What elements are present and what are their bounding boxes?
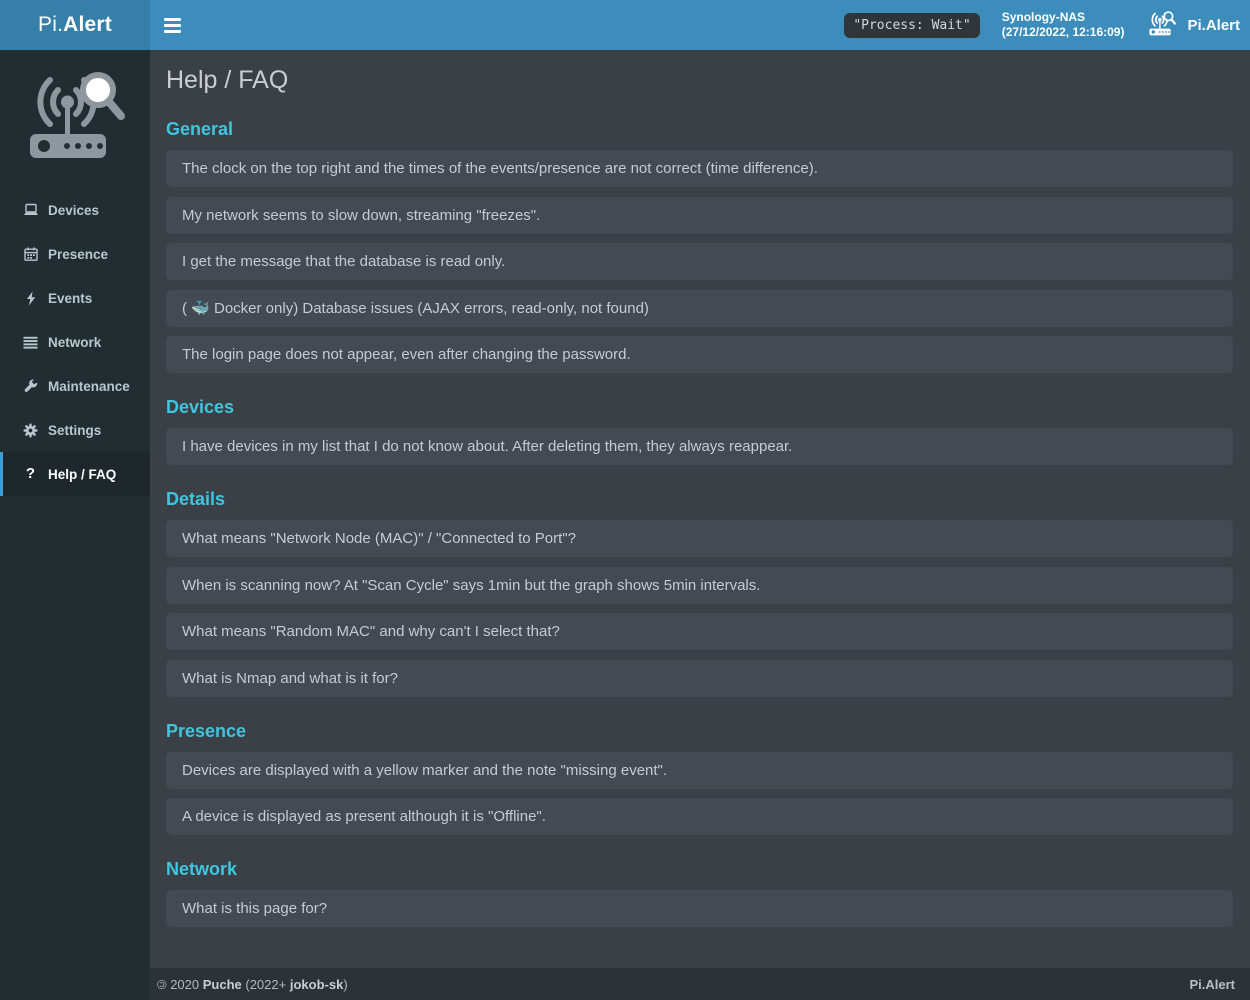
sidebar-item-label: Events [48,291,92,306]
faq-question-text: What means "Random MAC" and why can't I … [182,623,560,640]
footer-close: ) [343,977,347,992]
sidebar-item-label: Presence [48,247,108,262]
app-logo-prefix: Pi. [38,13,63,37]
faq-question-text: A device is displayed as present althoug… [182,808,546,825]
sidebar-item-label: Settings [48,423,101,438]
faq-question-text: I get the message that the database is r… [182,253,505,270]
faq-question[interactable]: The login page does not appear, even aft… [166,336,1233,373]
faq-question-text: ( 🐳 Docker only) Database issues (AJAX e… [182,299,649,317]
app-logo-bold: Alert [63,13,112,37]
footer-year: 2020 [167,977,203,992]
section-title-details: Details [166,489,1233,510]
faq-question[interactable]: What means "Network Node (MAC)" / "Conne… [166,520,1233,557]
network-list-icon [22,334,39,350]
main-content: Help / FAQ General The clock on the top … [150,50,1250,968]
faq-question[interactable]: Devices are displayed with a yellow mark… [166,752,1233,789]
header-brand-text: Pi.Alert [1187,17,1240,34]
calendar-icon [22,246,39,262]
navbar-right: "Process: Wait" Synology-NAS (27/12/2022… [844,9,1250,42]
faq-question-text: What is Nmap and what is it for? [182,670,398,687]
footer-contributor: jokob-sk [290,977,343,992]
faq-question[interactable]: I have devices in my list that I do not … [166,428,1233,465]
laptop-icon [22,202,39,218]
navbar: "Process: Wait" Synology-NAS (27/12/2022… [150,0,1250,50]
sidebar-menu: Devices Presence [0,188,150,496]
faq-question-text: I have devices in my list that I do not … [182,438,792,455]
bolt-icon [22,290,39,306]
router-scanner-icon [1146,9,1178,42]
page-footer: © 2020 Puche (2022+ jokob-sk) Pi.Alert [150,968,1250,1000]
sidebar-item-help-faq[interactable]: ? Help / FAQ [0,452,150,496]
sidebar-item-network[interactable]: Network [0,320,150,364]
process-status-badge[interactable]: "Process: Wait" [844,13,979,38]
sidebar-item-label: Help / FAQ [48,467,116,482]
app-logo[interactable]: Pi.Alert [0,0,150,50]
faq-question[interactable]: A device is displayed as present althoug… [166,798,1233,835]
section-title-general: General [166,119,1233,140]
faq-question-text: The clock on the top right and the times… [182,160,818,177]
question-icon: ? [22,466,39,482]
header-brand-link[interactable]: Pi.Alert [1146,9,1240,42]
gear-icon [22,422,39,438]
sidebar-item-label: Maintenance [48,379,130,394]
footer-middle: (2022+ [242,977,290,992]
page-title: Help / FAQ [166,66,1233,95]
faq-question[interactable]: The clock on the top right and the times… [166,150,1233,187]
sidebar-item-devices[interactable]: Devices [0,188,150,232]
wrench-icon [22,378,39,394]
section-title-presence: Presence [166,721,1233,742]
top-navbar: Pi.Alert "Process: Wait" Synology-NAS (2… [0,0,1250,50]
faq-question-text: What means "Network Node (MAC)" / "Conne… [182,530,576,547]
faq-question[interactable]: ( 🐳 Docker only) Database issues (AJAX e… [166,290,1233,327]
footer-copyright: © 2020 Puche (2022+ jokob-sk) [157,977,348,992]
faq-question-text: When is scanning now? At "Scan Cycle" sa… [182,577,760,594]
sidebar-item-settings[interactable]: Settings [0,408,150,452]
hamburger-menu-icon[interactable] [150,0,195,50]
sidebar-item-label: Devices [48,203,99,218]
footer-author: Puche [203,977,242,992]
device-name: Synology-NAS [1002,10,1125,25]
footer-brand: Pi.Alert [1189,977,1235,992]
faq-question[interactable]: What means "Random MAC" and why can't I … [166,613,1233,650]
sidebar-item-presence[interactable]: Presence [0,232,150,276]
device-timestamp: (27/12/2022, 12:16:09) [1002,25,1125,40]
faq-question[interactable]: When is scanning now? At "Scan Cycle" sa… [166,567,1233,604]
faq-question[interactable]: I get the message that the database is r… [166,243,1233,280]
sidebar: Devices Presence [0,50,150,1000]
device-info: Synology-NAS (27/12/2022, 12:16:09) [1002,10,1125,40]
faq-question[interactable]: My network seems to slow down, streaming… [166,197,1233,234]
faq-question-text: My network seems to slow down, streaming… [182,207,540,224]
faq-question-text: Devices are displayed with a yellow mark… [182,762,667,779]
sidebar-item-events[interactable]: Events [0,276,150,320]
section-title-devices: Devices [166,397,1233,418]
sidebar-item-label: Network [48,335,101,350]
faq-question[interactable]: What is this page for? [166,890,1233,927]
faq-question[interactable]: What is Nmap and what is it for? [166,660,1233,697]
sidebar-logo-image [0,50,150,174]
faq-question-text: What is this page for? [182,900,327,917]
sidebar-item-maintenance[interactable]: Maintenance [0,364,150,408]
copyleft-symbol: © [157,977,167,992]
section-title-network: Network [166,859,1233,880]
faq-question-text: The login page does not appear, even aft… [182,346,631,363]
